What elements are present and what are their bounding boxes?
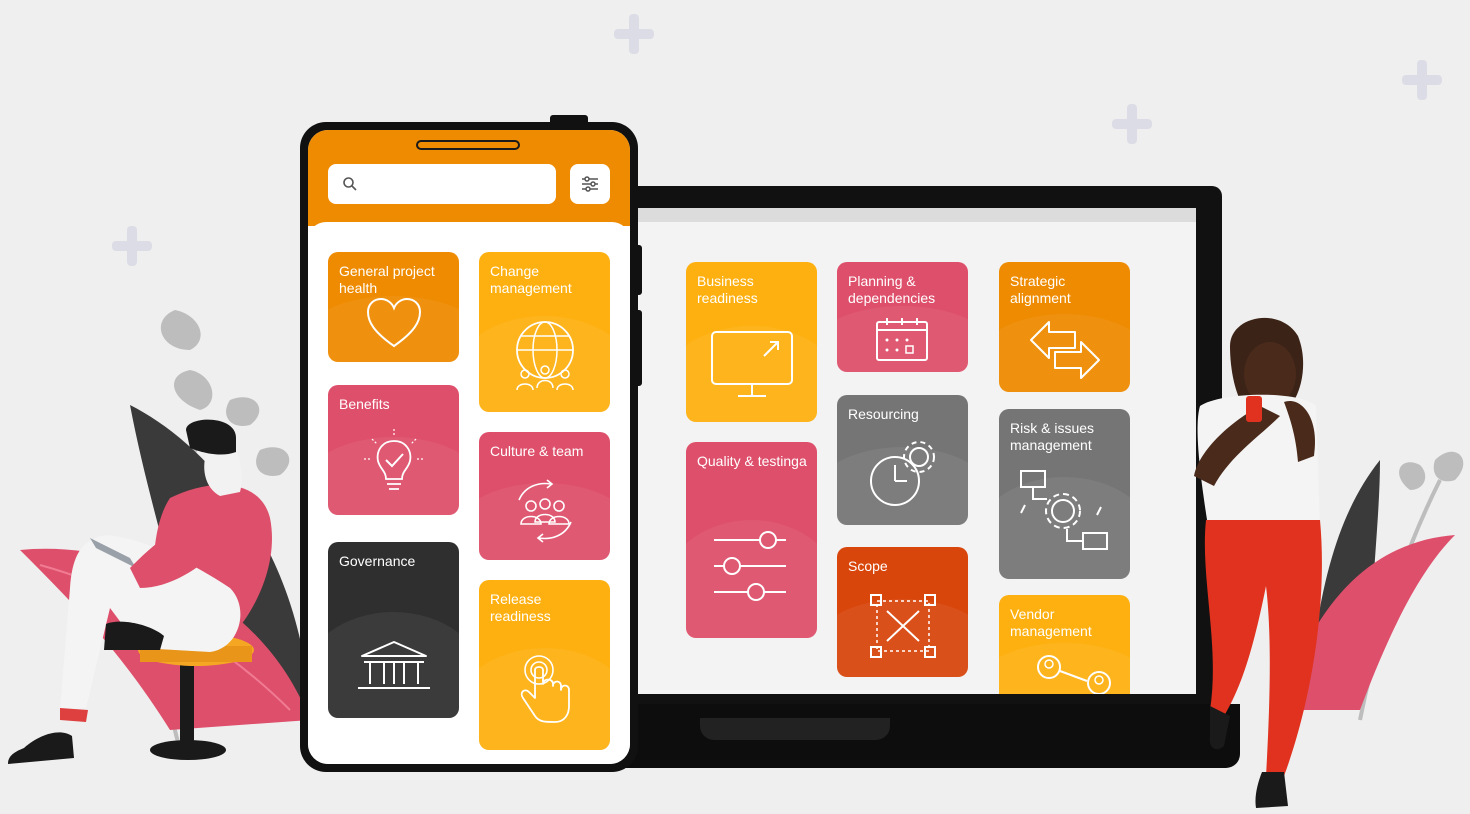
tile-label: Culture & team: [490, 443, 584, 459]
tile-label: Strategic alignment: [1010, 273, 1071, 306]
tile-culture-team[interactable]: Culture & team: [479, 432, 610, 560]
touch-icon: [520, 655, 570, 723]
phone-header: [308, 130, 630, 226]
phone-screen: General project health Change management: [308, 130, 630, 764]
monitor-arrow-icon: [711, 331, 793, 397]
tile-quality-testing[interactable]: Quality & testinga: [686, 442, 817, 638]
laptop-notch: [700, 718, 890, 740]
tile-label: Quality & testinga: [697, 453, 807, 469]
man-with-tablet-illustration: [8, 419, 272, 764]
globe-people-icon: [516, 321, 574, 391]
woman-standing-illustration: [1194, 317, 1322, 808]
filter-button[interactable]: [570, 164, 610, 204]
plus-decoration: [1402, 60, 1442, 100]
filter-sliders-icon: [582, 176, 598, 192]
tile-label: Benefits: [339, 396, 390, 412]
expand-icon: [870, 594, 936, 658]
tile-change-management[interactable]: Change management: [479, 252, 610, 412]
plus-decoration: [1112, 104, 1152, 144]
calendar-icon: [876, 318, 928, 361]
tile-release-readiness[interactable]: Release readiness: [479, 580, 610, 750]
heart-icon: [366, 297, 422, 348]
tile-label: Change management: [490, 263, 572, 296]
tile-label: General project health: [339, 263, 435, 296]
tile-vendor-management[interactable]: Vendor management: [999, 595, 1130, 694]
tile-label: Risk & issues management: [1010, 420, 1095, 453]
phone-speaker: [416, 140, 520, 150]
tile-general-project-health[interactable]: General project health: [328, 252, 459, 362]
phone-tile-grid: General project health Change management: [308, 222, 630, 764]
team-cycle-icon: [518, 479, 572, 543]
clock-gear-icon: [870, 441, 935, 506]
tile-label: Vendor management: [1010, 606, 1092, 639]
tile-label: Planning & dependencies: [848, 273, 936, 306]
tile-scope[interactable]: Scope: [837, 547, 968, 677]
tile-benefits[interactable]: Benefits: [328, 385, 459, 515]
laptop-bezel: [628, 208, 1196, 222]
laptop-screen: Business readiness Planning & dependenci…: [628, 222, 1196, 694]
sliders-icon: [714, 531, 786, 601]
tile-planning-dependencies[interactable]: Planning & dependencies: [837, 262, 968, 372]
tile-governance[interactable]: Governance: [328, 542, 459, 718]
lightbulb-check-icon: [364, 429, 424, 490]
tile-resourcing[interactable]: Resourcing: [837, 395, 968, 525]
tile-label: Release readiness: [490, 591, 551, 624]
plus-decoration: [112, 226, 152, 266]
institution-icon: [358, 641, 430, 689]
arrows-exchange-icon: [1030, 321, 1100, 379]
plus-decoration: [614, 14, 654, 54]
tile-risk-issues-management[interactable]: Risk & issues management: [999, 409, 1130, 579]
people-link-icon: [1037, 655, 1111, 694]
laptop-base: [600, 704, 1240, 768]
tile-strategic-alignment[interactable]: Strategic alignment: [999, 262, 1130, 392]
search-input[interactable]: [328, 164, 556, 204]
tile-business-readiness[interactable]: Business readiness: [686, 262, 817, 422]
process-gear-icon: [1020, 470, 1108, 550]
tile-label: Governance: [339, 553, 416, 569]
tile-label: Resourcing: [848, 406, 919, 422]
tile-label: Scope: [848, 558, 888, 574]
tile-label: Business readiness: [697, 273, 758, 306]
search-icon: [343, 177, 357, 191]
